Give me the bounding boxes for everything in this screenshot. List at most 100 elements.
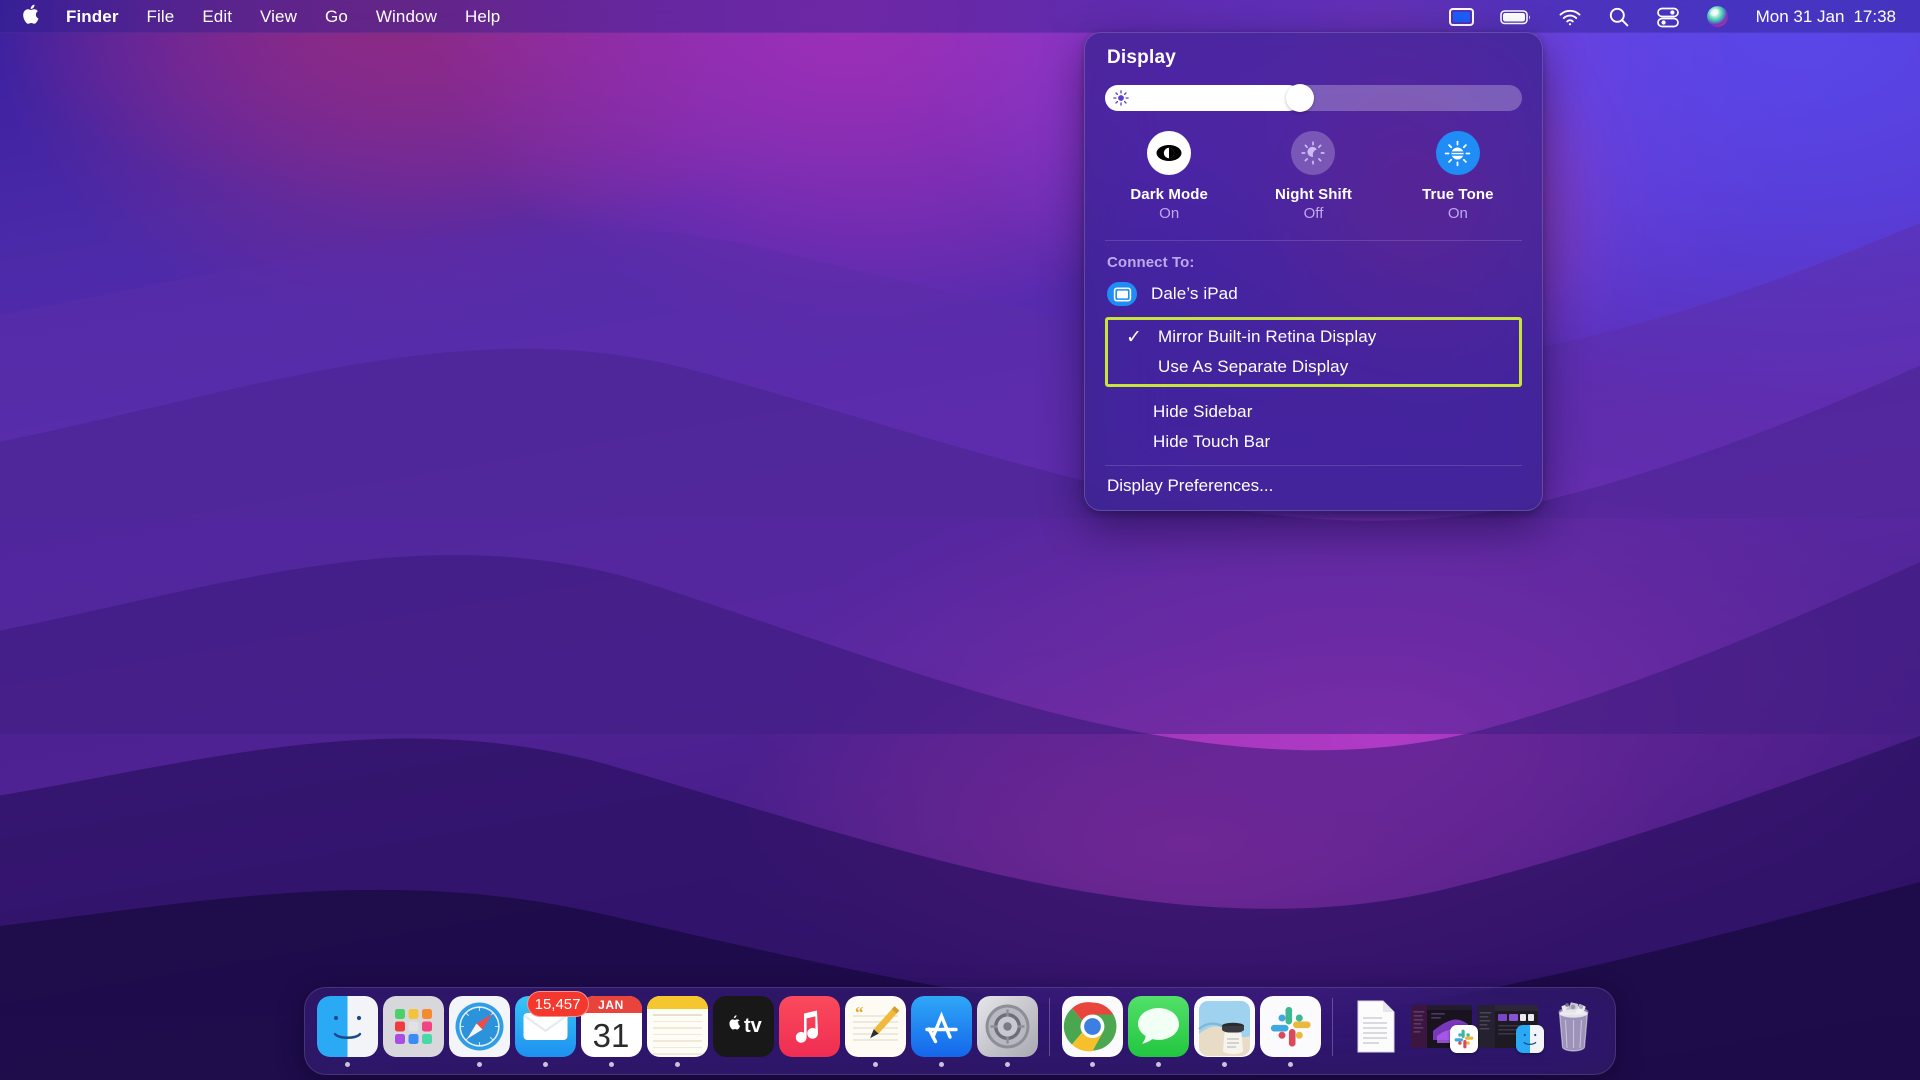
menu-item-finder[interactable]: Finder xyxy=(52,0,133,33)
running-indicator xyxy=(476,1062,482,1067)
menu-bar-left: Finder File Edit View Go Window Help xyxy=(0,0,514,33)
menu-item-help[interactable]: Help xyxy=(451,0,514,33)
dock-item-appstore[interactable] xyxy=(908,993,974,1067)
textedit-icon: “ xyxy=(844,996,906,1057)
dock-item-textedit[interactable]: “ xyxy=(842,993,908,1067)
mirror-built-in-retina-display-row[interactable]: ✓ Mirror Built-in Retina Display xyxy=(1108,322,1519,352)
mail-icon: 15,457 xyxy=(514,991,589,1057)
toggle-state: Off xyxy=(1303,205,1324,222)
preview-icon xyxy=(1193,996,1255,1057)
menu-item-window[interactable]: Window xyxy=(362,0,451,33)
toggle-label: True Tone xyxy=(1422,186,1494,203)
launchpad-icon xyxy=(382,996,444,1057)
toggle-true-tone[interactable]: True Tone On xyxy=(1386,131,1530,222)
running-indicator xyxy=(1505,1062,1510,1067)
control-center-icon[interactable] xyxy=(1643,0,1693,33)
battery-icon[interactable] xyxy=(1487,0,1545,33)
night-shift-moon-sun-icon xyxy=(1291,131,1336,175)
minimized-window-thumbnail xyxy=(1476,1005,1544,1053)
toggle-label: Dark Mode xyxy=(1130,186,1208,203)
toggle-night-shift[interactable]: Night Shift Off xyxy=(1241,131,1385,222)
mirror-options-highlight-box: ✓ Mirror Built-in Retina Display Use As … xyxy=(1105,317,1522,387)
brightness-slider-knob[interactable] xyxy=(1285,84,1314,112)
calendar-icon: JAN 31 xyxy=(580,996,642,1057)
dock-item-minimized-slack-window[interactable] xyxy=(1408,993,1478,1067)
apple-logo-icon xyxy=(22,4,39,29)
dark-mode-contrast-icon xyxy=(1147,131,1192,175)
running-indicator xyxy=(608,1062,614,1067)
toggle-label: Night Shift xyxy=(1275,186,1352,203)
running-indicator xyxy=(1439,1062,1444,1067)
running-indicator xyxy=(1373,1062,1378,1067)
hide-touch-bar-row[interactable]: Hide Touch Bar xyxy=(1105,427,1522,457)
brightness-slider[interactable] xyxy=(1105,84,1522,112)
dock-item-trash[interactable] xyxy=(1540,993,1606,1067)
hide-touch-bar-label: Hide Touch Bar xyxy=(1153,432,1271,451)
panel-title: Display xyxy=(1107,47,1176,68)
brightness-slider-fill xyxy=(1105,85,1301,111)
dock-item-document[interactable] xyxy=(1342,993,1408,1067)
running-indicator xyxy=(1155,1062,1161,1067)
dock-item-launchpad[interactable] xyxy=(380,993,446,1067)
notes-icon xyxy=(646,996,708,1057)
running-indicator xyxy=(1089,1062,1095,1067)
running-indicator xyxy=(741,1062,746,1067)
menu-bar-clock[interactable]: Mon 31 Jan 17:38 xyxy=(1742,7,1900,27)
connect-device-label: Dale’s iPad xyxy=(1151,284,1238,303)
dock-item-safari[interactable] xyxy=(446,993,512,1067)
running-indicator xyxy=(344,1062,350,1067)
display-control-center-panel: Display Dark Mode On Night Shift Off Tru… xyxy=(1084,32,1543,511)
dock-item-messages[interactable] xyxy=(1125,993,1191,1067)
minimized-window-thumbnail xyxy=(1410,1005,1478,1053)
svg-text:tv: tv xyxy=(744,1015,763,1037)
messages-icon xyxy=(1127,996,1189,1057)
svg-text:“: “ xyxy=(855,1003,864,1022)
appstore-icon xyxy=(910,996,972,1057)
running-indicator xyxy=(872,1062,878,1067)
menu-item-file[interactable]: File xyxy=(133,0,189,33)
dock-item-systempreferences[interactable] xyxy=(974,993,1040,1067)
dock-item-appletv[interactable]: tv xyxy=(710,993,776,1067)
brightness-slider-wrap xyxy=(1085,84,1542,112)
finder-app-badge xyxy=(1515,1025,1544,1053)
ipad-sidecar-icon xyxy=(1107,282,1137,306)
wifi-icon[interactable] xyxy=(1545,0,1595,33)
toggle-dark-mode[interactable]: Dark Mode On xyxy=(1097,131,1241,222)
dock-item-finder[interactable] xyxy=(314,993,380,1067)
clock-time: 17:38 xyxy=(1853,6,1896,26)
slack-app-badge xyxy=(1449,1025,1478,1053)
hide-sidebar-row[interactable]: Hide Sidebar xyxy=(1105,397,1522,427)
dock: 15,457 JAN 31 tv “ xyxy=(304,987,1616,1075)
dock-item-music[interactable] xyxy=(776,993,842,1067)
trash-full-icon xyxy=(1543,996,1604,1057)
display-mirroring-icon[interactable] xyxy=(1436,0,1487,33)
dock-item-notes[interactable] xyxy=(644,993,710,1067)
running-indicator xyxy=(807,1062,812,1067)
system-preferences-gear-icon xyxy=(976,996,1038,1057)
siri-icon[interactable] xyxy=(1693,0,1742,33)
calendar-month-label: JAN xyxy=(580,996,642,1013)
dock-separator-2 xyxy=(1332,997,1333,1056)
checkmark-icon: ✓ xyxy=(1126,326,1142,348)
dock-item-mail[interactable]: 15,457 xyxy=(512,991,589,1067)
dock-item-slack[interactable] xyxy=(1257,993,1323,1067)
slack-icon xyxy=(1259,996,1321,1057)
spotlight-search-icon[interactable] xyxy=(1595,0,1643,33)
dock-item-minimized-finder-window[interactable] xyxy=(1474,993,1544,1067)
connect-device-row[interactable]: Dale’s iPad xyxy=(1085,277,1542,311)
running-indicator xyxy=(1004,1062,1010,1067)
use-as-separate-display-row[interactable]: Use As Separate Display xyxy=(1108,352,1519,382)
toggle-state: On xyxy=(1159,205,1180,222)
display-preferences-label: Display Preferences... xyxy=(1107,476,1274,495)
dock-item-preview[interactable] xyxy=(1191,993,1257,1067)
menu-item-go[interactable]: Go xyxy=(311,0,362,33)
clock-date: Mon 31 Jan xyxy=(1755,6,1845,26)
dock-item-chrome[interactable] xyxy=(1059,993,1125,1067)
apple-menu-item[interactable] xyxy=(12,0,52,33)
menu-item-view[interactable]: View xyxy=(246,0,311,33)
menu-item-edit[interactable]: Edit xyxy=(188,0,246,33)
display-extra-options: Hide Sidebar Hide Touch Bar xyxy=(1085,391,1542,465)
display-preferences-button[interactable]: Display Preferences... xyxy=(1085,466,1542,500)
running-indicator xyxy=(1221,1062,1227,1067)
hide-sidebar-label: Hide Sidebar xyxy=(1153,402,1253,421)
